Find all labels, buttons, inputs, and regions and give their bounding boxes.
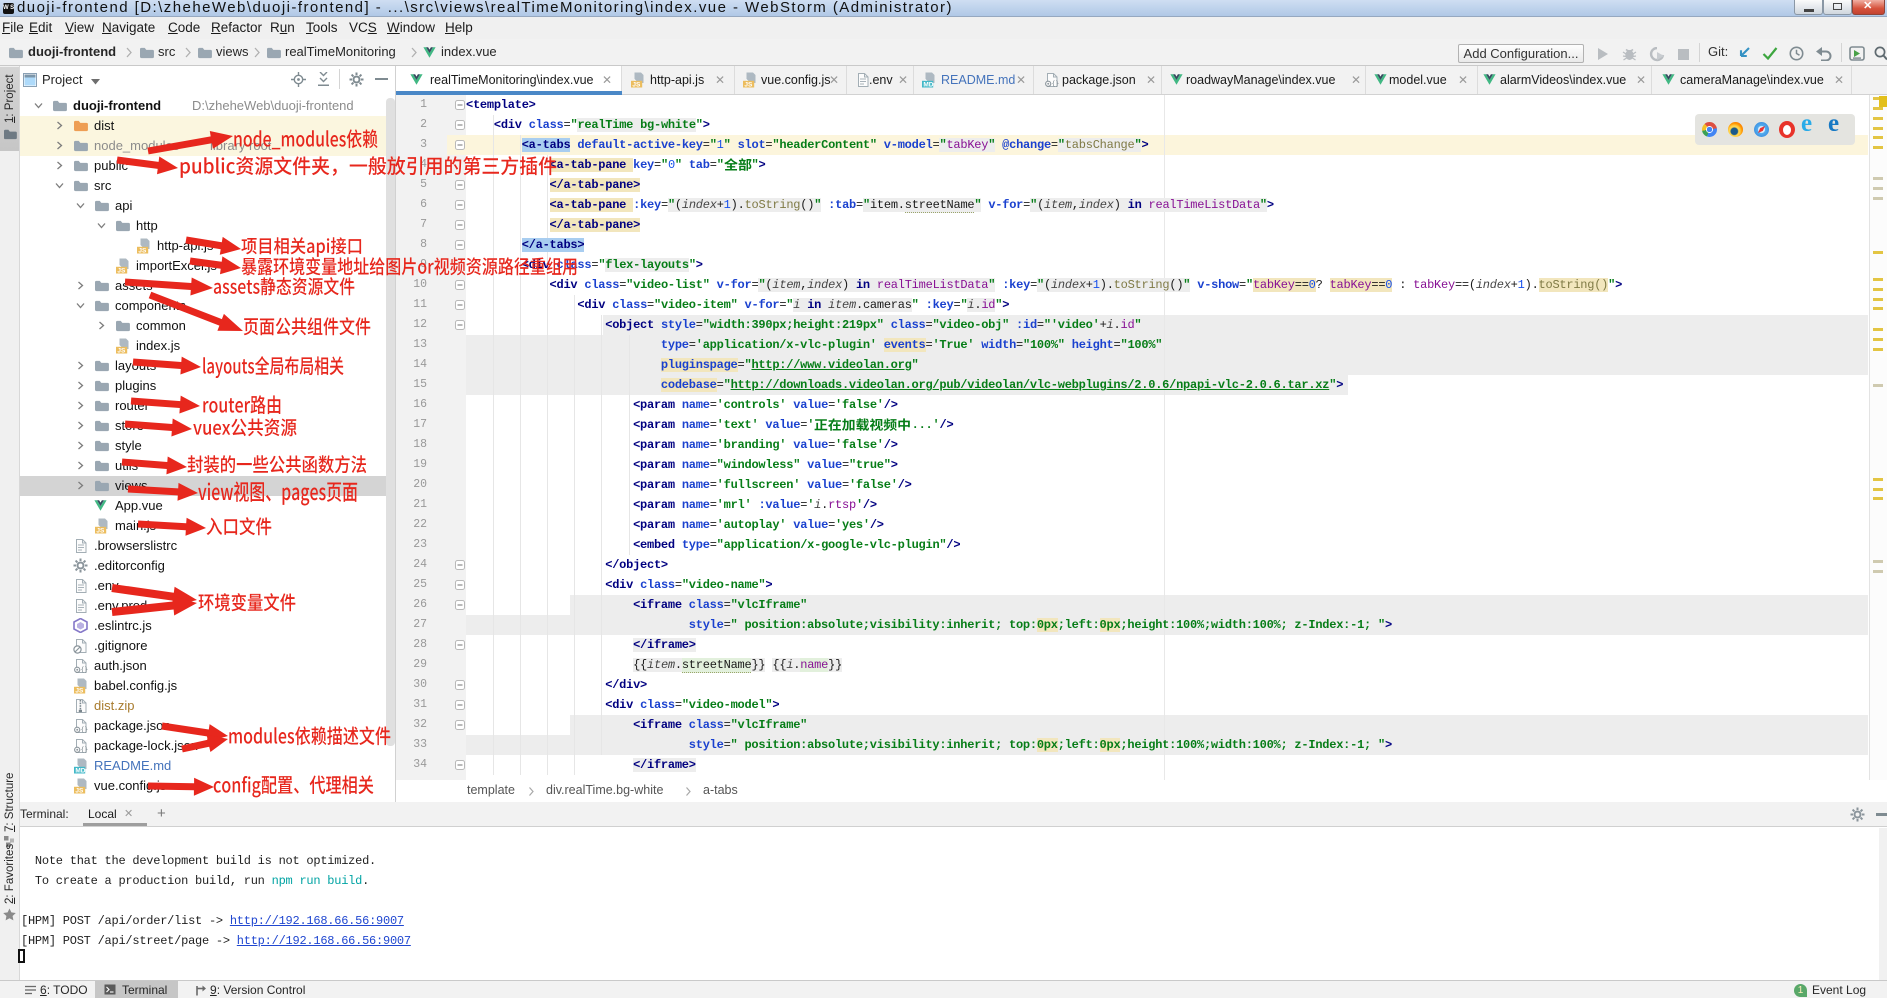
svg-text:JS: JS [138,248,147,254]
svg-text:MD: MD [75,768,85,774]
svg-text:MD: MD [923,82,933,88]
svg-text:{}: {} [81,666,89,674]
svg-text:JS: JS [632,82,641,88]
svg-text:JS: JS [117,348,126,354]
svg-text:JS: JS [117,268,126,274]
svg-text:JS: JS [96,528,105,534]
svg-text:{}: {} [81,726,89,734]
svg-text:JS: JS [75,788,84,794]
svg-text:JS: JS [744,82,753,88]
svg-text:{}: {} [1052,80,1060,88]
svg-text:JS: JS [75,688,84,694]
svg-text:{}: {} [81,746,89,754]
